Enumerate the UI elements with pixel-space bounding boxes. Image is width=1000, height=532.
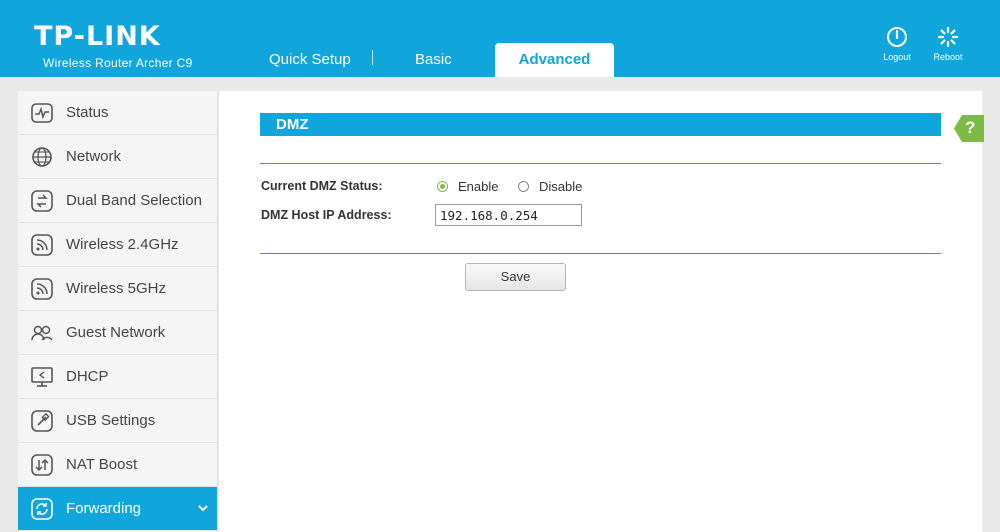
brand-logo: TP-LINK <box>34 21 161 52</box>
logout-button[interactable]: Logout <box>873 26 921 62</box>
power-icon <box>887 27 907 47</box>
sidebar-item-dual-band[interactable]: Dual Band Selection <box>18 179 217 223</box>
sidebar-item-label: Status <box>66 104 109 121</box>
sidebar-item-label: Guest Network <box>66 324 166 341</box>
sidebar-item-label: Wireless 2.4GHz <box>66 236 179 253</box>
monitor-icon <box>18 355 66 399</box>
sidebar-menu: Status Network Dual Band Selection Wirel… <box>18 91 218 532</box>
router-model: Wireless Router Archer C9 <box>43 56 193 70</box>
dmz-status-label: Current DMZ Status: <box>261 179 383 193</box>
sidebar-item-label: Dual Band Selection <box>66 192 202 209</box>
dmz-host-ip-label: DMZ Host IP Address: <box>261 208 392 222</box>
sidebar-item-forwarding[interactable]: Forwarding <box>18 487 217 531</box>
forwarding-icon <box>18 487 66 531</box>
divider <box>260 163 941 164</box>
radio-unselected-icon <box>518 181 529 192</box>
chevron-down-icon <box>198 505 208 512</box>
logout-label: Logout <box>883 52 911 62</box>
radio-selected-icon <box>437 181 448 192</box>
tab-advanced[interactable]: Advanced <box>495 43 614 77</box>
save-button[interactable]: Save <box>465 263 566 291</box>
main-panel: DMZ Current DMZ Status: Enable Disable D… <box>219 91 982 532</box>
sidebar-item-label: Wireless 5GHz <box>66 280 167 297</box>
status-icon <box>18 91 66 135</box>
disable-label: Disable <box>539 179 583 194</box>
enable-label: Enable <box>458 179 499 194</box>
help-label: ? <box>965 118 976 137</box>
dmz-host-ip-input[interactable] <box>435 204 582 226</box>
dmz-disable-radio[interactable]: Disable <box>518 179 582 194</box>
sidebar-item-network[interactable]: Network <box>18 135 217 179</box>
divider <box>260 253 941 254</box>
sidebar-item-label: DHCP <box>66 368 109 385</box>
sidebar-item-usb-settings[interactable]: USB Settings <box>18 399 217 443</box>
section-title: DMZ <box>260 113 941 136</box>
tab-basic[interactable]: Basic <box>415 43 452 77</box>
nat-icon <box>18 443 66 487</box>
help-button[interactable]: ? <box>954 115 984 142</box>
top-header: TP-LINK Wireless Router Archer C9 Quick … <box>0 0 1000 77</box>
sidebar-item-wireless-24[interactable]: Wireless 2.4GHz <box>18 223 217 267</box>
wireless-icon <box>18 223 66 267</box>
reboot-icon <box>937 26 959 48</box>
globe-icon <box>18 135 66 179</box>
usb-icon <box>18 399 66 443</box>
sidebar-item-wireless-5[interactable]: Wireless 5GHz <box>18 267 217 311</box>
sidebar-item-guest-network[interactable]: Guest Network <box>18 311 217 355</box>
sidebar-item-dhcp[interactable]: DHCP <box>18 355 217 399</box>
nav-divider <box>372 50 373 65</box>
sidebar-item-label: USB Settings <box>66 412 156 429</box>
dmz-enable-radio[interactable]: Enable <box>437 179 498 194</box>
sidebar-item-label: Network <box>66 148 122 165</box>
guest-icon <box>18 311 66 355</box>
sidebar-item-status[interactable]: Status <box>18 91 217 135</box>
dual-band-icon <box>18 179 66 223</box>
wireless-icon <box>18 267 66 311</box>
reboot-label: Reboot <box>933 52 963 62</box>
sidebar-item-nat-boost[interactable]: NAT Boost <box>18 443 217 487</box>
reboot-button[interactable]: Reboot <box>924 26 972 62</box>
sidebar-item-label: Forwarding <box>66 500 142 517</box>
tab-quick-setup[interactable]: Quick Setup <box>269 43 351 77</box>
sidebar-item-label: NAT Boost <box>66 456 138 473</box>
